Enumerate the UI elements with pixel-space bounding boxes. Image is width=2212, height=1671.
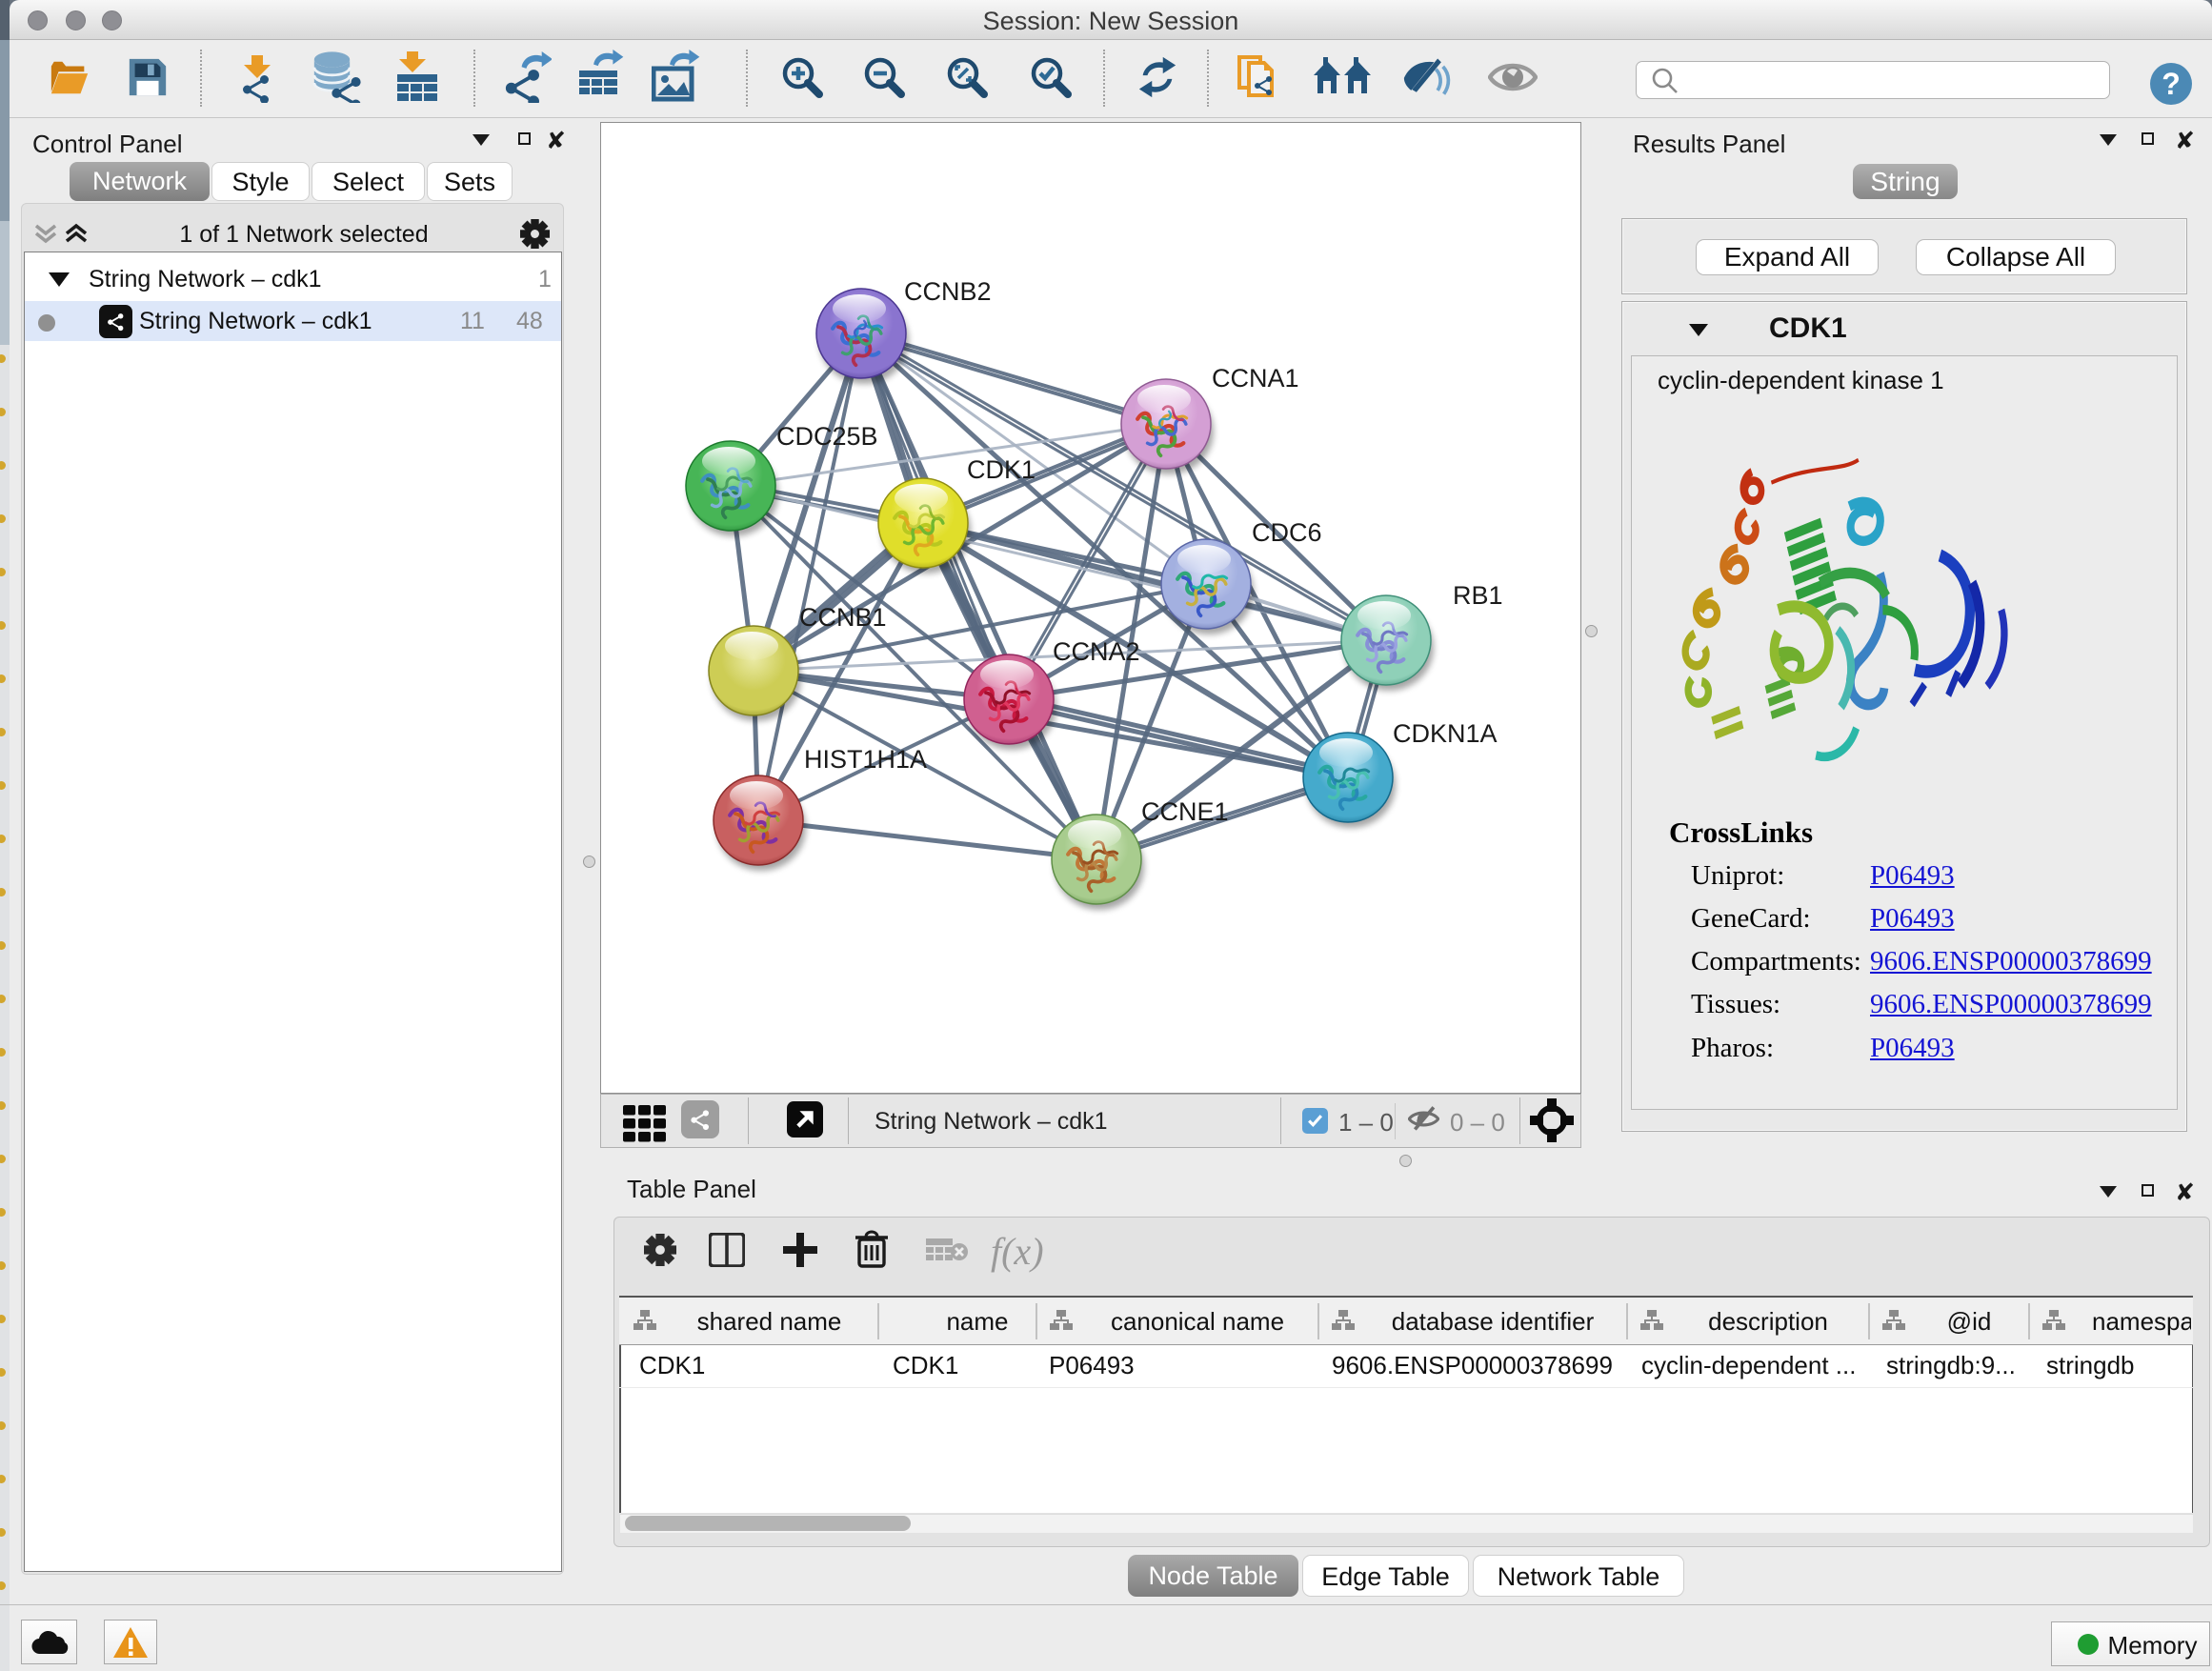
svg-text:CDC6: CDC6 xyxy=(1252,518,1322,547)
svg-text:CDKN1A: CDKN1A xyxy=(1393,719,1498,748)
svg-text:CCNE1: CCNE1 xyxy=(1141,797,1229,826)
svg-text:CDC25B: CDC25B xyxy=(776,422,878,451)
svg-text:CCNA1: CCNA1 xyxy=(1212,364,1299,393)
svg-text:CCNA2: CCNA2 xyxy=(1053,637,1140,666)
svg-text:HIST1H1A: HIST1H1A xyxy=(804,745,927,774)
svg-text:CCNB2: CCNB2 xyxy=(904,277,992,306)
svg-text:CCNB1: CCNB1 xyxy=(799,603,887,632)
svg-text:RB1: RB1 xyxy=(1453,581,1503,610)
svg-text:CDK1: CDK1 xyxy=(967,455,1036,484)
